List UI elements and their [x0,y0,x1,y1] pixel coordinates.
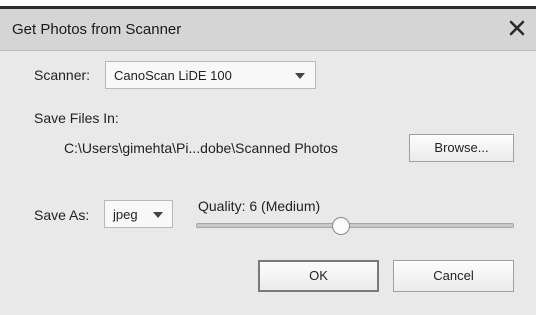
browse-button[interactable]: Browse... [409,134,514,162]
scanner-select-value: CanoScan LiDE 100 [114,68,232,83]
close-icon[interactable] [506,17,528,39]
save-files-in-label: Save Files In: [34,110,119,126]
save-as-label: Save As: [34,207,90,223]
chevron-down-icon [153,212,163,218]
scanner-label: Scanner: [34,67,91,83]
quality-slider-thumb[interactable] [331,217,350,235]
save-as-select-value: jpeg [113,207,138,222]
cancel-button[interactable]: Cancel [393,260,514,292]
quality-slider-track[interactable] [196,223,514,228]
save-path-text: C:\Users\gimehta\Pi...dobe\Scanned Photo… [64,140,338,156]
dialog-title: Get Photos from Scanner [12,21,182,38]
chevron-down-icon [295,73,305,79]
ok-button[interactable]: OK [258,260,379,292]
title-bar: Get Photos from Scanner [0,9,536,51]
scanner-select[interactable]: CanoScan LiDE 100 [105,61,316,89]
save-as-select[interactable]: jpeg [104,200,173,228]
quality-label: Quality: 6 (Medium) [198,198,321,214]
